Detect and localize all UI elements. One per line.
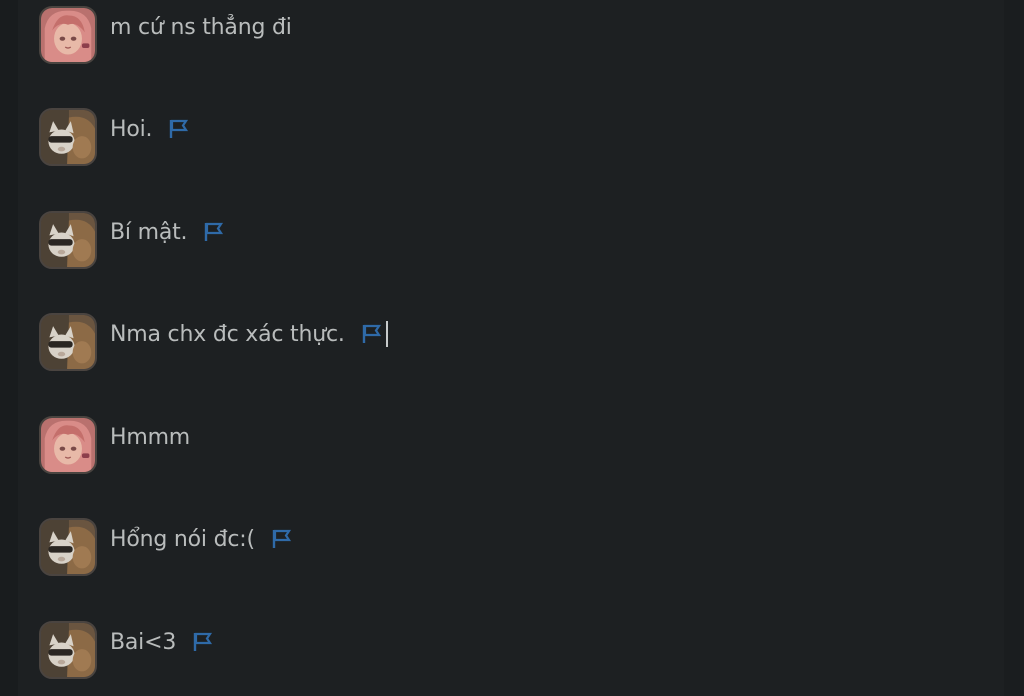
cat-avatar[interactable] (39, 313, 97, 371)
flag-icon[interactable] (203, 221, 225, 243)
right-panel-edge (1004, 0, 1024, 696)
message-row[interactable]: Bai<3 (39, 621, 214, 683)
left-panel-edge (0, 0, 18, 696)
pink-hair-girl-avatar-image (41, 418, 95, 472)
pink-hair-girl-avatar[interactable] (39, 6, 97, 64)
flag-icon[interactable] (271, 528, 293, 550)
cat-avatar-image (41, 315, 95, 369)
flag-icon[interactable] (168, 118, 190, 140)
message-row[interactable]: Bí mật. (39, 211, 225, 273)
message-text: Bai<3 (110, 629, 177, 655)
message-text: Bí mật. (110, 219, 188, 245)
cat-avatar[interactable] (39, 108, 97, 166)
message-row[interactable]: Hoi. (39, 108, 190, 170)
cat-avatar[interactable] (39, 518, 97, 576)
message-list[interactable]: m cứ ns thẳng đi Hoi. Bí mật. Nma chx đc… (18, 0, 1004, 696)
cat-avatar-image (41, 213, 95, 267)
text-cursor (385, 321, 388, 347)
message-row[interactable]: Hổng nói đc:( (39, 518, 293, 580)
cat-avatar[interactable] (39, 211, 97, 269)
message-text: Hmmm (110, 424, 191, 450)
pink-hair-girl-avatar-image (41, 8, 95, 62)
message-row[interactable]: m cứ ns thẳng đi (39, 6, 292, 68)
cat-avatar-image (41, 623, 95, 677)
message-text: Hoi. (110, 116, 153, 142)
flag-icon[interactable] (192, 631, 214, 653)
cat-avatar-image (41, 110, 95, 164)
cat-avatar-image (41, 520, 95, 574)
flag-icon[interactable] (361, 323, 383, 345)
message-row[interactable]: Hmmm (39, 416, 190, 478)
message-text: m cứ ns thẳng đi (110, 14, 292, 40)
pink-hair-girl-avatar[interactable] (39, 416, 97, 474)
cat-avatar[interactable] (39, 621, 97, 679)
message-row[interactable]: Nma chx đc xác thực. (39, 313, 388, 375)
chat-window: m cứ ns thẳng đi Hoi. Bí mật. Nma chx đc… (0, 0, 1024, 696)
message-text: Hổng nói đc:( (110, 526, 255, 552)
message-text: Nma chx đc xác thực. (110, 321, 345, 347)
